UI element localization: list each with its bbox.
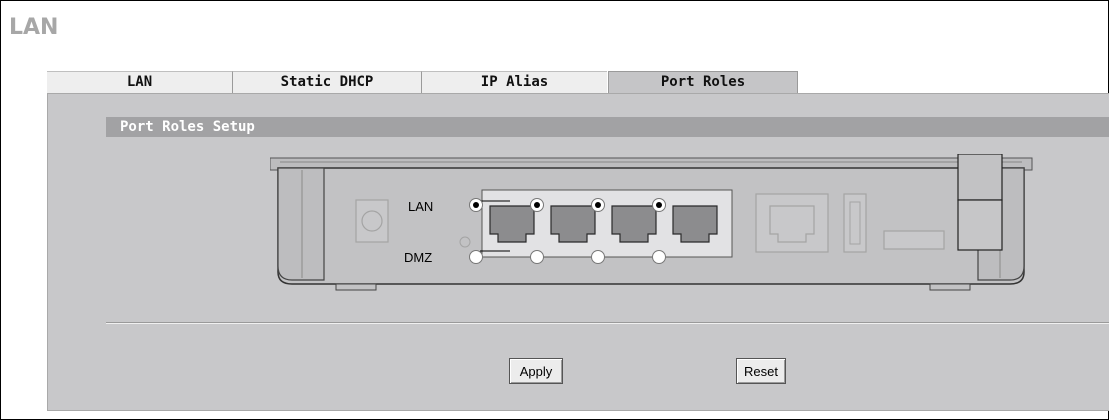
tab-ip-alias[interactable]: IP Alias [422,71,607,93]
section-divider [106,322,1109,324]
port3-dmz-radio[interactable] [591,250,605,264]
port1-lan-radio[interactable] [469,198,483,212]
port2-dmz-radio[interactable] [530,250,544,264]
page-frame: LAN LAN Static DHCP IP Alias Port Roles … [0,0,1109,420]
port1-dmz-radio[interactable] [469,250,483,264]
page-title: LAN [9,15,59,40]
port3-lan-radio[interactable] [591,198,605,212]
port2-lan-radio[interactable] [530,198,544,212]
router-rear-panel [269,153,1040,303]
port-roles-panel: Port Roles Setup LAN DMZ Apply Reset [47,93,1109,411]
port4-lan-radio[interactable] [652,198,666,212]
tab-port-roles[interactable]: Port Roles [608,71,798,93]
tab-lan[interactable]: LAN [47,71,233,93]
section-header: Port Roles Setup [106,117,1109,137]
reset-button[interactable]: Reset [736,358,786,384]
port4-dmz-radio[interactable] [652,250,666,264]
lan-role-label: LAN [408,199,434,214]
router-illustration-icon [269,153,1033,291]
apply-button[interactable]: Apply [509,358,563,384]
dmz-role-label: DMZ [404,250,433,265]
section-title: Port Roles Setup [120,119,255,135]
tab-static-dhcp[interactable]: Static DHCP [233,71,422,93]
